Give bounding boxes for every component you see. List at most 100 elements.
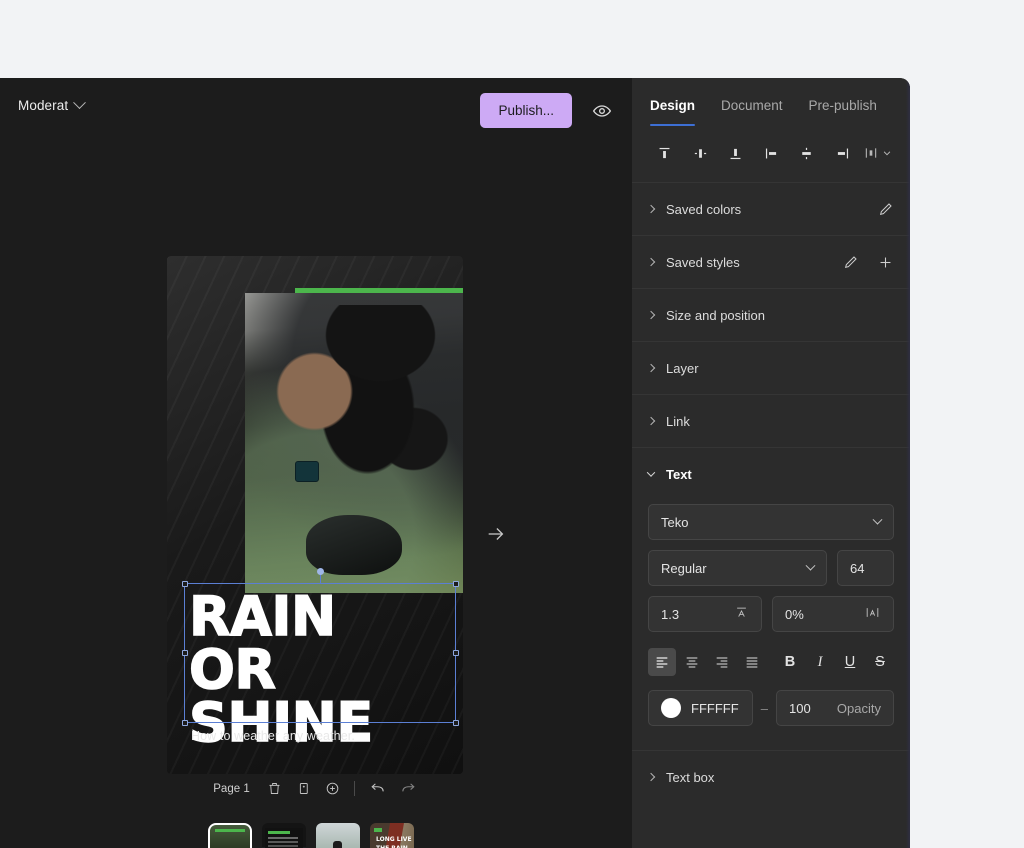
font-size-input[interactable]: 64: [837, 550, 894, 586]
section-actions: [878, 201, 894, 217]
artboard-headline[interactable]: RAIN OR SHINE: [188, 589, 463, 750]
photo-runner-figure: [266, 305, 450, 521]
distribute-icon[interactable]: [863, 145, 894, 161]
align-top-icon[interactable]: [648, 140, 682, 166]
chevron-right-icon: [646, 257, 656, 267]
section-saved-colors[interactable]: Saved colors: [632, 182, 910, 235]
thumbnail-page-3[interactable]: [316, 823, 360, 848]
edit-icon[interactable]: [878, 201, 894, 217]
color-hex-value: FFFFFF: [691, 700, 739, 716]
chevron-right-icon: [646, 363, 656, 373]
page-thumbnail-strip: RAIN OR SHINE How to weather any weather…: [208, 823, 414, 848]
chevron-right-icon: [646, 204, 656, 214]
font-family-select[interactable]: Teko: [648, 504, 894, 540]
design-panel: Design Document Pre-publish Saved colors…: [632, 78, 910, 848]
text-color-row: FFFFFF – 100 Opacity: [648, 690, 894, 726]
photo-watch: [295, 461, 320, 482]
plus-circle-icon[interactable]: [325, 781, 340, 796]
line-height-value: 1.3: [661, 606, 680, 622]
tab-design[interactable]: Design: [650, 98, 696, 126]
artboard-subline[interactable]: How to weather any weather.: [191, 729, 355, 743]
chevron-right-icon: [646, 416, 656, 426]
tab-document[interactable]: Document: [721, 98, 783, 126]
artboard-photo[interactable]: [245, 293, 463, 593]
photo-shoe: [306, 515, 402, 575]
toolbar-divider: [353, 781, 355, 796]
alignment-toolbar: [632, 126, 910, 182]
brand-label: Moderat: [18, 98, 69, 113]
thumbnail-caption: LONG LIVE THE RAIN RUN: [376, 836, 412, 848]
font-weight-size-row: Regular 64: [648, 550, 894, 586]
opacity-input[interactable]: 100 Opacity: [776, 690, 894, 726]
align-right-icon[interactable]: [826, 140, 860, 166]
chevron-down-icon: [646, 468, 656, 477]
section-layer[interactable]: Layer: [632, 341, 910, 394]
artboard[interactable]: RAIN OR SHINE How to weather any weather…: [167, 256, 463, 774]
align-vertical-center-icon[interactable]: [684, 140, 718, 166]
publish-button[interactable]: Publish...: [480, 93, 572, 128]
eye-icon[interactable]: [592, 101, 612, 121]
trash-icon[interactable]: [267, 781, 282, 796]
chevron-down-icon: [805, 560, 816, 571]
align-text-left-icon[interactable]: [648, 648, 676, 676]
align-text-right-icon[interactable]: [708, 648, 736, 676]
text-format-toolbar: B I U S: [648, 648, 894, 676]
letter-spacing-value: 0%: [785, 606, 804, 622]
section-label: Text: [666, 466, 692, 482]
italic-button[interactable]: I: [806, 648, 834, 676]
thumbnail-page-1[interactable]: RAIN OR SHINE How to weather any weather…: [208, 823, 252, 848]
opacity-label: Opacity: [836, 700, 881, 716]
thumbnail-figure: [333, 841, 342, 848]
thumbnail-page-2[interactable]: [262, 823, 306, 848]
brand-menu[interactable]: Moderat: [18, 96, 87, 113]
font-weight-select[interactable]: Regular: [648, 550, 827, 586]
photo-image: [245, 293, 463, 593]
arrow-right-icon[interactable]: [485, 523, 507, 545]
section-size-and-position[interactable]: Size and position: [632, 288, 910, 341]
edit-icon[interactable]: [843, 254, 859, 270]
redo-icon[interactable]: [400, 780, 417, 797]
undo-icon[interactable]: [369, 780, 386, 797]
thumbnail-accent: [374, 828, 382, 832]
section-text-box[interactable]: Text box: [632, 750, 910, 803]
align-bottom-icon[interactable]: [719, 140, 753, 166]
opacity-value: 100: [789, 700, 811, 716]
top-bar-actions: Publish...: [480, 93, 612, 128]
section-label: Saved styles: [666, 254, 740, 270]
section-saved-styles[interactable]: Saved styles: [632, 235, 910, 288]
section-link[interactable]: Link: [632, 394, 910, 447]
section-actions: [843, 254, 894, 271]
top-bar: Moderat Publish...: [0, 78, 632, 140]
line-height-icon: [734, 605, 749, 623]
chevron-right-icon: [646, 310, 656, 320]
align-left-icon[interactable]: [755, 140, 789, 166]
bold-button[interactable]: B: [776, 648, 804, 676]
align-horizontal-center-icon[interactable]: [790, 140, 824, 166]
letter-spacing-input[interactable]: 0%: [772, 596, 894, 632]
section-text[interactable]: Text: [632, 447, 910, 500]
color-swatch: [661, 698, 681, 718]
font-family-value: Teko: [661, 514, 689, 530]
canvas-toolbar: Page 1: [167, 780, 463, 797]
chevron-down-icon: [872, 514, 883, 525]
canvas-area: Moderat Publish... RAIN OR SHINE How to …: [0, 78, 632, 848]
tab-pre-publish[interactable]: Pre-publish: [809, 98, 877, 126]
page-label: Page 1: [213, 782, 250, 795]
plus-icon[interactable]: [877, 254, 894, 271]
section-label: Size and position: [666, 307, 766, 323]
thumbnail-text-band: [265, 828, 303, 848]
section-label: Link: [666, 413, 690, 429]
text-color-picker[interactable]: FFFFFF: [648, 690, 753, 726]
line-height-input[interactable]: 1.3: [648, 596, 762, 632]
duplicate-icon[interactable]: [296, 781, 311, 796]
align-text-center-icon[interactable]: [678, 648, 706, 676]
thumbnail-page-4[interactable]: LONG LIVE THE RAIN RUN A RUNNING CLUB: [370, 823, 414, 848]
underline-button[interactable]: U: [836, 648, 864, 676]
line-height-letter-spacing-row: 1.3 0%: [648, 596, 894, 632]
align-text-justify-icon[interactable]: [738, 648, 766, 676]
separator-dash: –: [760, 700, 768, 716]
app-window: Moderat Publish... RAIN OR SHINE How to …: [0, 78, 910, 848]
font-weight-value: Regular: [661, 560, 707, 576]
font-size-value: 64: [850, 560, 865, 576]
strikethrough-button[interactable]: S: [866, 648, 894, 676]
